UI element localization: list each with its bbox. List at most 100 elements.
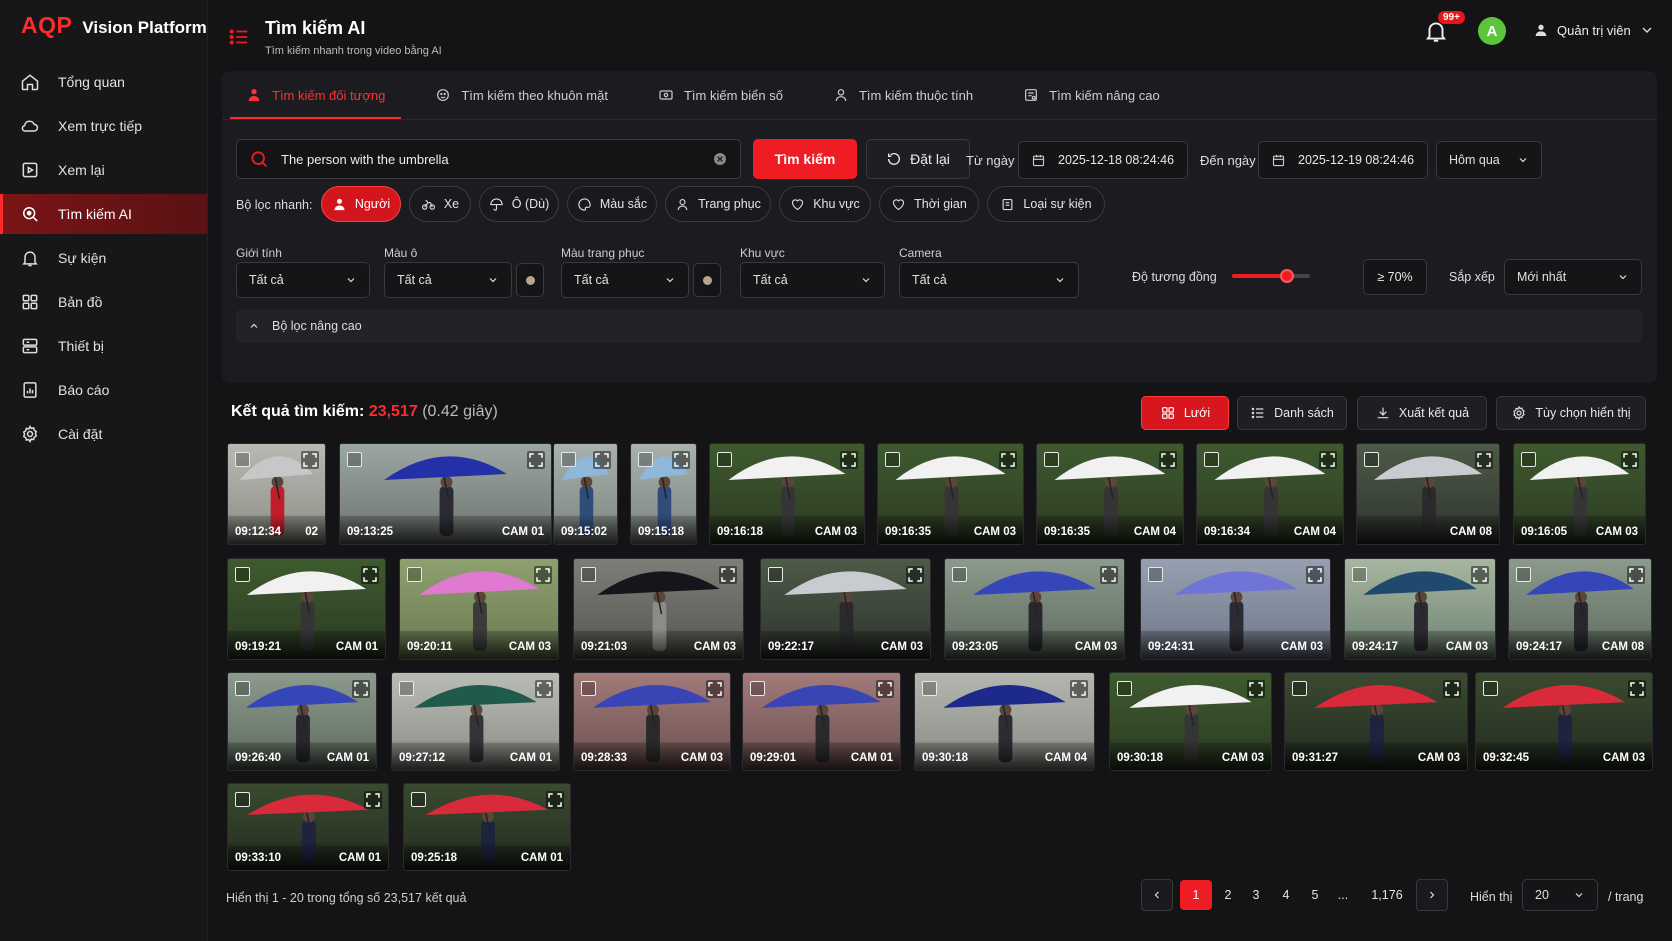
chip-vehicle[interactable]: Xe <box>409 186 471 222</box>
next-page-button[interactable] <box>1416 879 1448 911</box>
expand-icon[interactable] <box>1306 566 1324 584</box>
select-checkbox[interactable] <box>1148 567 1163 582</box>
result-thumbnail[interactable]: 09:22:17 CAM 03 <box>760 558 931 660</box>
result-thumbnail[interactable]: 09:29:01 CAM 01 <box>742 672 901 771</box>
select-checkbox[interactable] <box>407 567 422 582</box>
user-menu[interactable]: Quản trị viên <box>1533 22 1655 38</box>
chip-umbrella[interactable]: Ô (Dù) <box>479 186 559 222</box>
from-date-picker[interactable]: 2025-12-18 08:24:46 <box>1018 141 1188 179</box>
reset-button[interactable]: Đặt lại <box>866 139 970 179</box>
select-checkbox[interactable] <box>347 452 362 467</box>
result-thumbnail[interactable]: 09:24:17 CAM 03 <box>1344 558 1496 660</box>
expand-icon[interactable] <box>546 791 564 809</box>
sort-select[interactable]: Mới nhất <box>1504 259 1642 295</box>
result-thumbnail[interactable]: 09:16:35 CAM 03 <box>877 443 1024 545</box>
prev-page-button[interactable] <box>1141 879 1173 911</box>
result-thumbnail[interactable]: 09:16:34 CAM 04 <box>1196 443 1344 545</box>
expand-icon[interactable] <box>361 566 379 584</box>
result-thumbnail[interactable]: 09:16:18 CAM 03 <box>709 443 865 545</box>
result-thumbnail[interactable]: 09:15:18 <box>630 443 697 545</box>
search-input[interactable] <box>281 151 700 167</box>
export-button[interactable]: Xuất kết quả <box>1357 396 1487 430</box>
expand-icon[interactable] <box>534 566 552 584</box>
expand-icon[interactable] <box>1628 680 1646 698</box>
sidebar-item-ai-search[interactable]: Tìm kiếm AI <box>0 194 207 234</box>
select-checkbox[interactable] <box>235 792 250 807</box>
umbrella-color-select[interactable]: Tất cả <box>384 262 512 298</box>
chip-color[interactable]: Màu sắc <box>567 186 657 222</box>
select-checkbox[interactable] <box>1521 452 1536 467</box>
page-1[interactable]: 1 <box>1180 880 1212 910</box>
select-checkbox[interactable] <box>1292 681 1307 696</box>
chip-person[interactable]: Người <box>321 186 401 222</box>
search-button[interactable]: Tìm kiếm <box>753 139 857 179</box>
result-thumbnail[interactable]: 09:23:05 CAM 03 <box>944 558 1125 660</box>
menu-list-icon[interactable] <box>228 26 250 48</box>
expand-icon[interactable] <box>719 566 737 584</box>
expand-icon[interactable] <box>1475 451 1493 469</box>
sidebar-item-live[interactable]: Xem trực tiếp <box>0 106 207 146</box>
page-3[interactable]: 3 <box>1240 879 1272 911</box>
select-checkbox[interactable] <box>581 681 596 696</box>
sidebar-item-overview[interactable]: Tổng quan <box>0 62 207 102</box>
expand-icon[interactable] <box>1100 566 1118 584</box>
result-thumbnail[interactable]: 09:24:17 CAM 08 <box>1508 558 1652 660</box>
sidebar-item-playback[interactable]: Xem lại <box>0 150 207 190</box>
similarity-slider[interactable] <box>1232 269 1310 283</box>
grid-view-button[interactable]: Lưới <box>1141 396 1229 430</box>
select-checkbox[interactable] <box>750 681 765 696</box>
select-checkbox[interactable] <box>922 681 937 696</box>
select-checkbox[interactable] <box>1044 452 1059 467</box>
select-checkbox[interactable] <box>1204 452 1219 467</box>
avatar[interactable]: A <box>1478 17 1506 45</box>
expand-icon[interactable] <box>1070 680 1088 698</box>
sidebar-item-devices[interactable]: Thiết bị <box>0 326 207 366</box>
select-checkbox[interactable] <box>885 452 900 467</box>
brand[interactable]: AQP Vision Platform <box>0 0 207 62</box>
expand-icon[interactable] <box>352 680 370 698</box>
result-thumbnail[interactable]: 09:16:35 CAM 04 <box>1036 443 1184 545</box>
expand-icon[interactable] <box>840 451 858 469</box>
select-checkbox[interactable] <box>1364 452 1379 467</box>
result-thumbnail[interactable]: 09:20:11 CAM 03 <box>399 558 559 660</box>
select-checkbox[interactable] <box>235 681 250 696</box>
result-thumbnail[interactable]: 09:19:21 CAM 01 <box>227 558 386 660</box>
expand-icon[interactable] <box>876 680 894 698</box>
result-thumbnail[interactable]: 09:33:10 CAM 01 <box>227 783 389 871</box>
select-checkbox[interactable] <box>561 452 576 467</box>
result-thumbnail[interactable]: 09:15:02 <box>553 443 618 545</box>
tab-attribute-search[interactable]: Tìm kiếm thuộc tính <box>817 71 989 119</box>
chip-time[interactable]: Thời gian <box>879 186 979 222</box>
page-last[interactable]: 1,176 <box>1362 879 1412 911</box>
expand-icon[interactable] <box>999 451 1017 469</box>
select-checkbox[interactable] <box>581 567 596 582</box>
chip-area[interactable]: Khu vực <box>779 186 871 222</box>
result-thumbnail[interactable]: 09:28:33 CAM 03 <box>573 672 731 771</box>
umbrella-color-swatch[interactable] <box>516 263 544 297</box>
expand-icon[interactable] <box>1471 566 1489 584</box>
result-thumbnail[interactable]: 09:27:12 CAM 01 <box>391 672 560 771</box>
select-checkbox[interactable] <box>768 567 783 582</box>
expand-icon[interactable] <box>1319 451 1337 469</box>
sidebar-item-map[interactable]: Bản đồ <box>0 282 207 322</box>
tab-object-search[interactable]: Tìm kiếm đối tượng <box>230 71 402 119</box>
expand-icon[interactable] <box>906 566 924 584</box>
result-thumbnail[interactable]: 09:13:25 CAM 01 <box>339 443 552 545</box>
camera-select[interactable]: Tất cả <box>899 262 1079 298</box>
result-thumbnail[interactable]: 09:24:31 CAM 03 <box>1140 558 1331 660</box>
result-thumbnail[interactable]: 09:16:05 CAM 03 <box>1513 443 1646 545</box>
result-thumbnail[interactable]: 09:30:18 CAM 03 <box>1109 672 1272 771</box>
gender-select[interactable]: Tất cả <box>236 262 370 298</box>
sidebar-item-events[interactable]: Sự kiện <box>0 238 207 278</box>
expand-icon[interactable] <box>527 451 545 469</box>
select-checkbox[interactable] <box>235 567 250 582</box>
similarity-handle[interactable] <box>1279 269 1294 283</box>
select-checkbox[interactable] <box>638 452 653 467</box>
clothes-color-swatch[interactable] <box>693 263 721 297</box>
tab-face-search[interactable]: Tìm kiếm theo khuôn mặt <box>419 71 624 119</box>
sidebar-item-settings[interactable]: Cài đặt <box>0 414 207 454</box>
select-checkbox[interactable] <box>952 567 967 582</box>
area-select[interactable]: Tất cả <box>740 262 885 298</box>
expand-icon[interactable] <box>1621 451 1639 469</box>
select-checkbox[interactable] <box>717 452 732 467</box>
